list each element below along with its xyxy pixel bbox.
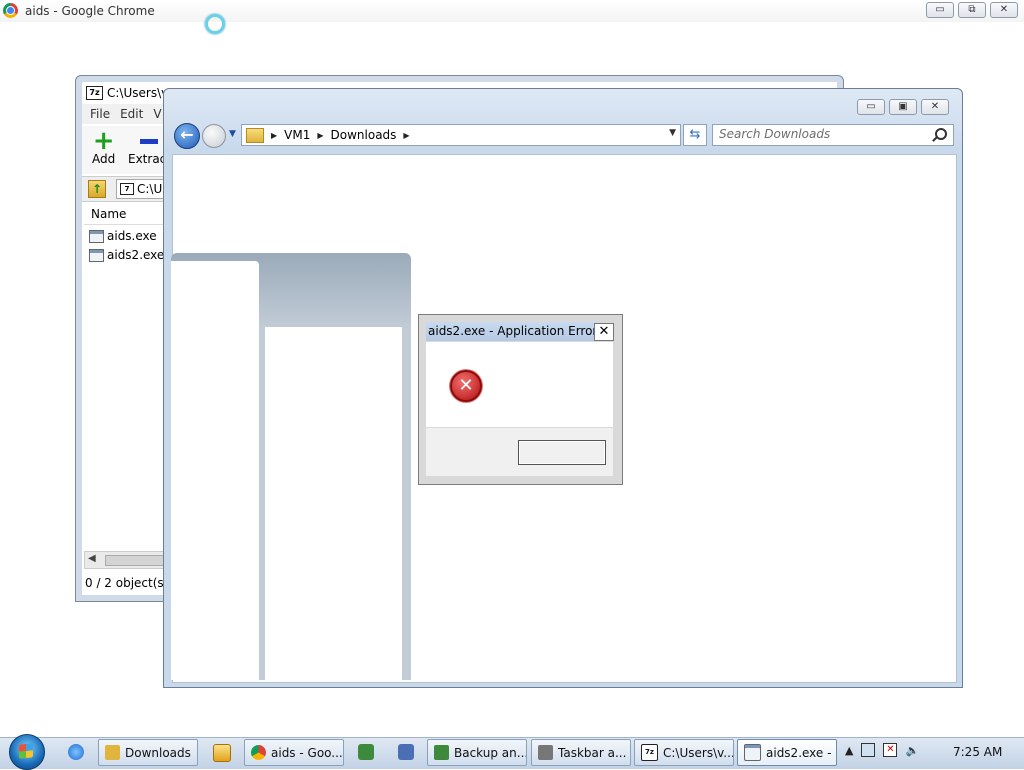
taskbar-item-label: aids - Goo...	[271, 745, 343, 760]
breadcrumb-downloads[interactable]: Downloads	[331, 128, 397, 142]
ghost-pane-right	[265, 327, 402, 680]
backup-icon	[434, 745, 449, 760]
7zip-title-text: C:\Users\v	[107, 86, 169, 100]
taskbar-item-7zip[interactable]: 7z C:\Users\v...	[634, 739, 734, 766]
menu-view[interactable]: V	[153, 107, 161, 121]
scroll-thumb[interactable]	[105, 555, 165, 566]
breadcrumb-vm1[interactable]: VM1	[284, 128, 310, 142]
search-icon[interactable]	[935, 128, 947, 140]
internet-explorer-icon[interactable]	[68, 744, 84, 760]
plus-icon: +	[92, 126, 115, 156]
scroll-left-icon[interactable]: ◀	[88, 553, 96, 564]
refresh-button[interactable]: ⇆	[683, 124, 707, 146]
csharp-icon[interactable]	[358, 744, 374, 760]
7zip-title: 7z C:\Users\v	[86, 86, 168, 100]
explorer-maximize-button[interactable]: ▣	[889, 99, 917, 115]
visual-basic-icon[interactable]	[398, 744, 414, 760]
address-bar[interactable]: ▶ VM1 ▶ Downloads ▶ ▼	[241, 124, 681, 146]
7zip-small-icon: 7	[120, 183, 134, 195]
chrome-minimize-button[interactable]: ▭	[926, 2, 954, 18]
chrome-close-button[interactable]: ✕	[990, 2, 1018, 18]
error-dialog: aids2.exe - Application Error ✕ ✕	[418, 314, 623, 485]
taskbar-item-aids2-error[interactable]: aids2.exe - ...	[737, 739, 837, 766]
address-dropdown-icon[interactable]: ▼	[669, 128, 676, 138]
chrome-icon	[3, 3, 18, 18]
ghost-pane-left	[171, 261, 259, 680]
exe-file-icon	[89, 229, 104, 243]
taskbar-settings-icon	[538, 745, 553, 760]
error-icon: ✕	[450, 370, 482, 402]
file-name: aids2.exe	[107, 248, 165, 262]
exe-file-icon	[89, 248, 104, 262]
chrome-window-title: aids - Google Chrome	[25, 4, 155, 18]
back-button[interactable]: ←	[174, 123, 200, 149]
error-dialog-title: aids2.exe - Application Error	[426, 322, 601, 341]
add-button[interactable]: + Add	[92, 126, 116, 166]
horizontal-scrollbar[interactable]: ◀	[84, 551, 166, 569]
7zip-icon: 7z	[86, 86, 103, 100]
system-tray: ▲ ✕ 🔈	[845, 743, 919, 757]
taskbar-item-chrome[interactable]: aids - Goo...	[244, 739, 344, 766]
app-icon	[744, 744, 761, 761]
clock[interactable]: 7:25 AM	[953, 745, 1002, 759]
windows-logo-icon	[19, 743, 33, 759]
chrome-icon	[251, 745, 266, 760]
chrome-restore-button[interactable]: ⧉	[958, 2, 986, 18]
recent-pages-dropdown-icon[interactable]: ▼	[229, 129, 236, 139]
taskbar-item-backup[interactable]: Backup an...	[427, 739, 527, 766]
chevron-right-icon[interactable]: ▶	[317, 131, 323, 140]
file-name: aids.exe	[107, 229, 157, 243]
explorer-minimize-button[interactable]: ▭	[857, 99, 885, 115]
folder-up-icon[interactable]: ↑	[88, 180, 106, 198]
add-label: Add	[92, 152, 116, 166]
show-hidden-icons-button[interactable]: ▲	[845, 744, 853, 757]
busy-cursor-icon	[205, 14, 225, 34]
menu-file[interactable]: File	[90, 107, 110, 121]
ok-button[interactable]	[518, 440, 606, 465]
forward-button[interactable]	[202, 124, 226, 148]
start-button[interactable]	[9, 734, 45, 770]
search-input[interactable]	[719, 125, 924, 143]
7zip-path-text: C:\U	[137, 182, 163, 196]
list-item[interactable]: aids.exe	[89, 229, 157, 243]
error-dialog-close-button[interactable]: ✕	[594, 323, 614, 341]
search-box[interactable]	[712, 124, 954, 146]
taskbar-item-label: Taskbar a...	[558, 745, 627, 760]
taskbar-item-label: Backup an...	[454, 745, 527, 760]
taskbar-item-label: aids2.exe - ...	[766, 745, 836, 760]
taskbar-item-label: Downloads	[125, 745, 191, 760]
minus-icon	[140, 139, 159, 144]
chevron-right-icon[interactable]: ▶	[271, 131, 277, 140]
volume-icon[interactable]: 🔈	[905, 744, 919, 757]
network-icon[interactable]	[861, 743, 876, 757]
taskbar-item-downloads[interactable]: Downloads	[98, 739, 198, 766]
explorer-close-button[interactable]: ✕	[921, 99, 949, 115]
chevron-right-icon[interactable]: ▶	[403, 131, 409, 140]
folder-icon	[105, 745, 120, 760]
taskbar-item-label: C:\Users\v...	[663, 745, 734, 760]
folder-icon	[246, 127, 264, 143]
7zip-icon: 7z	[641, 744, 658, 761]
list-item[interactable]: aids2.exe	[89, 248, 164, 262]
action-center-icon[interactable]: ✕	[883, 743, 898, 757]
media-player-icon[interactable]	[213, 744, 231, 762]
menu-edit[interactable]: Edit	[120, 107, 143, 121]
taskbar-item-taskbar-settings[interactable]: Taskbar a...	[531, 739, 631, 766]
chrome-title-bar[interactable]: aids - Google Chrome ▭ ⧉ ✕	[0, 0, 1024, 22]
